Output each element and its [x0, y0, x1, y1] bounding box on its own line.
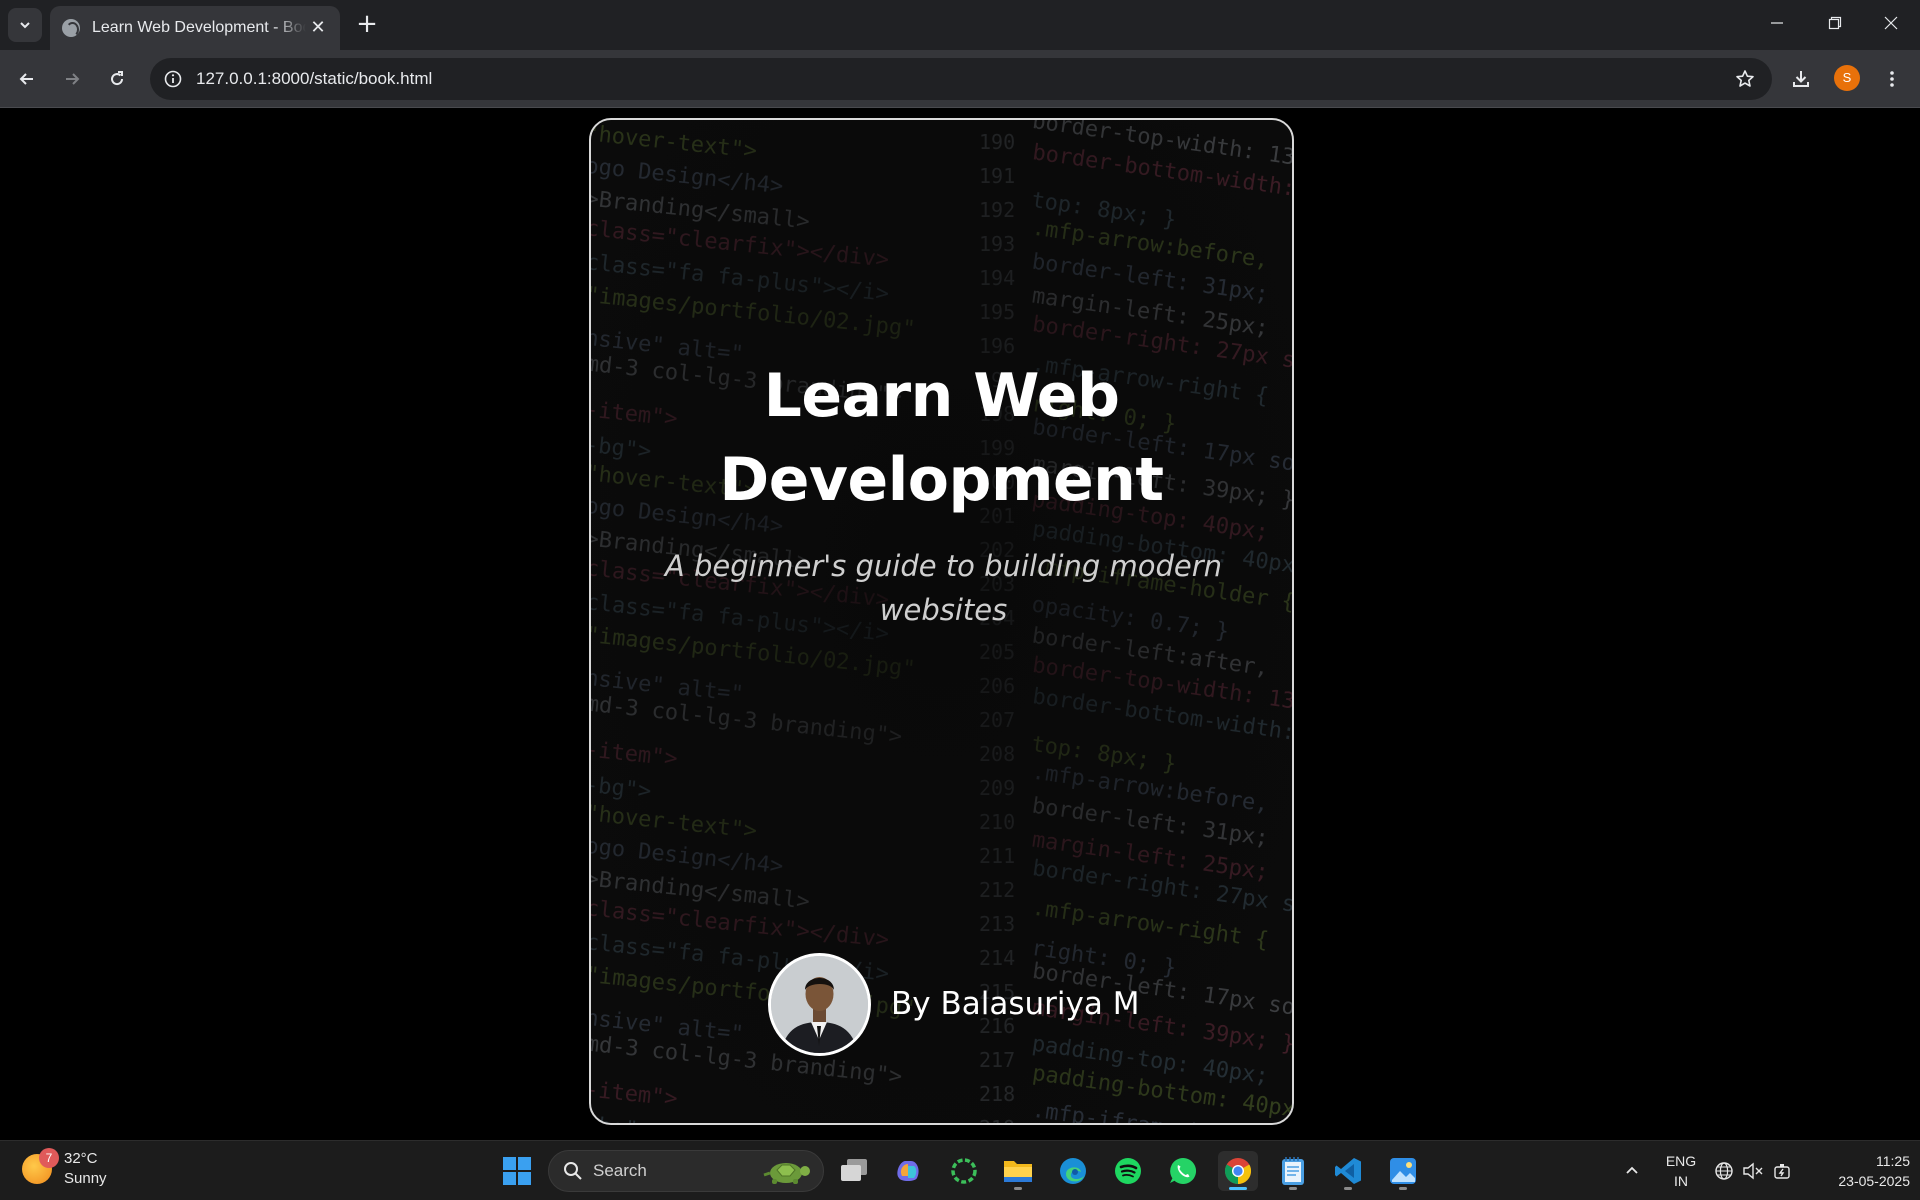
taskbar-clock[interactable]: 11:25 23-05-2025: [1810, 1151, 1910, 1191]
vscode-icon: [1335, 1158, 1361, 1184]
download-icon: [1793, 71, 1809, 87]
show-hidden-icons-button[interactable]: [1612, 1151, 1652, 1191]
windows-start-icon: [503, 1157, 531, 1185]
running-indicator: [1014, 1187, 1022, 1190]
book-subtitle-line-1: A beginner's guide to building modern: [664, 549, 1223, 583]
taskbar: 7 32°C Sunny Search ENG IN 11:25 23-05-2…: [0, 1140, 1920, 1200]
author-portrait-image: [771, 955, 868, 1053]
copilot-icon: [897, 1161, 919, 1181]
weather-badge: 7: [39, 1148, 59, 1168]
reload-icon: [111, 71, 124, 86]
chrome-icon: [1224, 1158, 1252, 1185]
language-region: IN: [1674, 1173, 1688, 1189]
task-view-icon: [841, 1159, 867, 1181]
url-text[interactable]: 127.0.0.1:8000/static/book.html: [196, 69, 432, 89]
weather-condition: Sunny: [64, 1170, 107, 1187]
new-tab-button[interactable]: +: [352, 10, 382, 40]
book-title-line-1: Learn Web: [763, 361, 1120, 431]
chevron-down-icon: [20, 22, 30, 29]
site-info-button[interactable]: [160, 66, 186, 92]
input-language-indicator[interactable]: ENG IN: [1654, 1151, 1708, 1191]
minimize-icon: [1771, 22, 1783, 24]
profile-avatar[interactable]: S: [1834, 65, 1860, 91]
book-title: Learn Web Development: [591, 354, 1292, 522]
browser-menu-button[interactable]: [1875, 62, 1909, 96]
photos-icon: [1390, 1158, 1416, 1184]
edge-icon: [1060, 1158, 1086, 1184]
restore-button[interactable]: [1806, 0, 1864, 46]
network-globe-icon: [1715, 1162, 1733, 1180]
spotify-button[interactable]: [1108, 1151, 1148, 1191]
running-indicator: [1344, 1187, 1352, 1190]
language-code: ENG: [1665, 1153, 1697, 1169]
tab-close-icon[interactable]: ✕: [308, 18, 328, 38]
notepad-icon: [1282, 1157, 1304, 1185]
battery-charging-icon: [1774, 1164, 1790, 1179]
forward-button[interactable]: [55, 62, 89, 96]
file-explorer-button[interactable]: [998, 1151, 1038, 1191]
minimize-button[interactable]: [1748, 0, 1806, 46]
running-indicator: [1399, 1187, 1407, 1190]
photos-button[interactable]: [1383, 1151, 1423, 1191]
chevron-up-icon: [1626, 1166, 1638, 1174]
site-info-icon: [164, 70, 182, 88]
book-cover: "hover-text">190border-top-width: 13px;o…: [589, 118, 1294, 1125]
vscode-button[interactable]: [1328, 1151, 1368, 1191]
author-byline: By Balasuriya M: [768, 952, 1139, 1056]
globe-favicon-icon: [62, 19, 80, 37]
whatsapp-button[interactable]: [1163, 1151, 1203, 1191]
bookmark-button[interactable]: [1732, 66, 1758, 92]
weather-temperature: 32°C: [64, 1150, 98, 1167]
browser-toolbar: 127.0.0.1:8000/static/book.html S: [0, 50, 1920, 108]
back-button[interactable]: [10, 62, 44, 96]
book-title-line-2: Development: [719, 445, 1164, 515]
search-icon: [564, 1162, 582, 1180]
chrome-button[interactable]: [1218, 1151, 1258, 1191]
circle-app-button[interactable]: [944, 1151, 984, 1191]
spotify-icon: [1115, 1158, 1141, 1184]
tab-title: Learn Web Development - Book: [92, 19, 306, 36]
address-bar[interactable]: 127.0.0.1:8000/static/book.html: [150, 58, 1772, 100]
clock-time: 11:25: [1876, 1153, 1910, 1169]
tab-search-button[interactable]: [8, 8, 42, 42]
bookmark-star-icon: [1736, 70, 1754, 87]
start-button[interactable]: [497, 1151, 537, 1191]
notepad-button[interactable]: [1273, 1151, 1313, 1191]
whatsapp-icon: [1170, 1157, 1197, 1184]
reload-button[interactable]: [100, 62, 134, 96]
back-icon: [19, 73, 33, 85]
taskbar-search-label: Search: [593, 1161, 647, 1180]
browser-tab-active[interactable]: Learn Web Development - Book ✕: [50, 6, 340, 50]
author-avatar: [768, 952, 871, 1056]
task-view-button[interactable]: [834, 1151, 874, 1191]
edge-button[interactable]: [1053, 1151, 1093, 1191]
weather-widget[interactable]: 7 32°C Sunny: [22, 1148, 107, 1189]
running-indicator: [1289, 1187, 1297, 1190]
circle-app-icon: [951, 1158, 977, 1184]
menu-kebab-icon: [1890, 71, 1894, 87]
forward-icon: [66, 73, 80, 85]
book-subtitle: A beginner's guide to building modern we…: [651, 544, 1236, 632]
volume-muted-icon: [1743, 1162, 1763, 1180]
page-viewport: "hover-text">190border-top-width: 13px;o…: [0, 109, 1920, 1140]
file-explorer-icon: [1004, 1161, 1032, 1182]
active-indicator: [1229, 1187, 1247, 1190]
taskbar-search-box[interactable]: Search: [548, 1150, 824, 1192]
restore-icon: [1828, 16, 1842, 30]
copilot-button[interactable]: [888, 1151, 928, 1191]
downloads-button[interactable]: [1784, 62, 1818, 96]
close-window-button[interactable]: [1862, 0, 1920, 46]
close-window-icon: [1884, 16, 1898, 30]
browser-tab-strip: Learn Web Development - Book ✕ +: [0, 0, 1920, 50]
author-name: By Balasuriya M: [891, 986, 1140, 1022]
turtle-icon: [763, 1163, 810, 1184]
system-tray[interactable]: [1714, 1141, 1794, 1200]
clock-date: 23-05-2025: [1838, 1173, 1910, 1189]
book-subtitle-line-2: websites: [879, 593, 1008, 627]
sun-icon: 7: [22, 1148, 59, 1184]
